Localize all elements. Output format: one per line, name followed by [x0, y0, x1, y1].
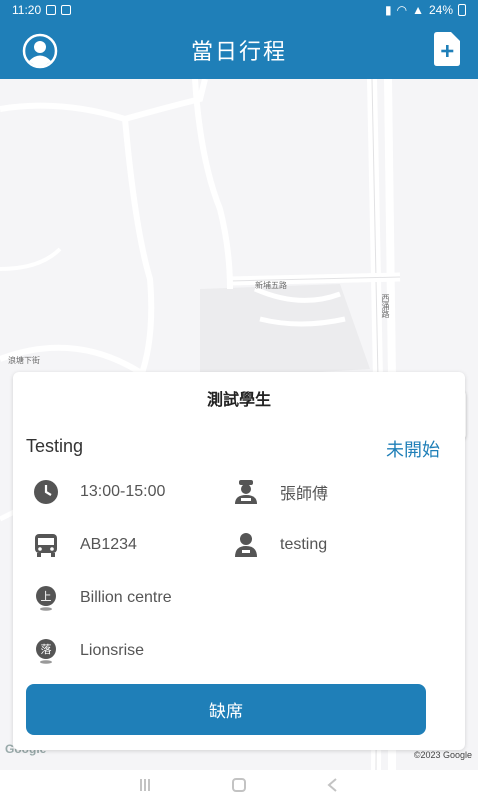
map-road-label: 西涌路: [381, 294, 390, 318]
svg-text:上: 上: [41, 590, 52, 603]
attendant-icon: [233, 532, 259, 558]
cell-icon: ▲: [412, 3, 424, 17]
recents-icon[interactable]: [138, 778, 152, 792]
attendant-row: testing: [233, 532, 327, 558]
app-header: 當日行程: [0, 20, 478, 79]
document-add-icon[interactable]: [434, 32, 460, 66]
pickup-row: 上 Billion centre: [33, 585, 172, 611]
wifi-icon: ◠: [396, 3, 408, 17]
absent-button[interactable]: 缺席: [26, 684, 426, 735]
signal-icon: ▮: [384, 3, 392, 17]
time-row: 13:00-15:00: [33, 479, 165, 505]
back-icon[interactable]: [326, 778, 340, 792]
student-name: 測試學生: [206, 392, 271, 409]
trip-name: Testing: [26, 436, 84, 456]
image-notification-icon: [46, 5, 57, 15]
driver-name: 張師傅: [280, 486, 329, 503]
status-left: 11:20: [12, 3, 72, 17]
map-road-label: 新埔五路: [255, 281, 287, 290]
battery-percent: 24%: [428, 3, 453, 17]
system-nav-bar: [0, 770, 478, 800]
page-title: 當日行程: [190, 38, 287, 64]
home-icon[interactable]: [232, 778, 246, 792]
clock-icon: [33, 479, 59, 505]
bus-icon: [33, 532, 59, 558]
trip-status: 未開始: [386, 440, 440, 460]
status-time: 11:20: [12, 3, 42, 17]
dropoff-location: Lionsrise: [80, 642, 145, 659]
driver-icon: [233, 479, 259, 505]
trip-time: 13:00-15:00: [80, 483, 166, 500]
driver-row: 張師傅: [233, 479, 328, 505]
attendant-name: testing: [280, 536, 328, 553]
status-bar: 11:20 ▮ ◠ ▲ 24%: [0, 0, 478, 20]
battery-icon: [458, 4, 466, 16]
pickup-location: Billion centre: [80, 589, 172, 606]
dropoff-row: 落 Lionsrise: [33, 638, 144, 664]
map-road-label: 浪塘下街: [8, 356, 40, 365]
svg-text:落: 落: [41, 643, 52, 656]
status-right: ▮ ◠ ▲ 24%: [385, 3, 466, 17]
trip-info-card: 測試學生 Testing 未開始 13:00-15:00 張師傅 AB1234 …: [13, 372, 465, 750]
bus-number: AB1234: [80, 536, 137, 553]
dropoff-pin-icon: 落: [33, 638, 59, 664]
bus-row: AB1234: [33, 532, 137, 558]
app-notification-icon: [61, 5, 72, 15]
pickup-pin-icon: 上: [33, 585, 59, 611]
map-copyright: ©2023 Google: [413, 750, 472, 760]
